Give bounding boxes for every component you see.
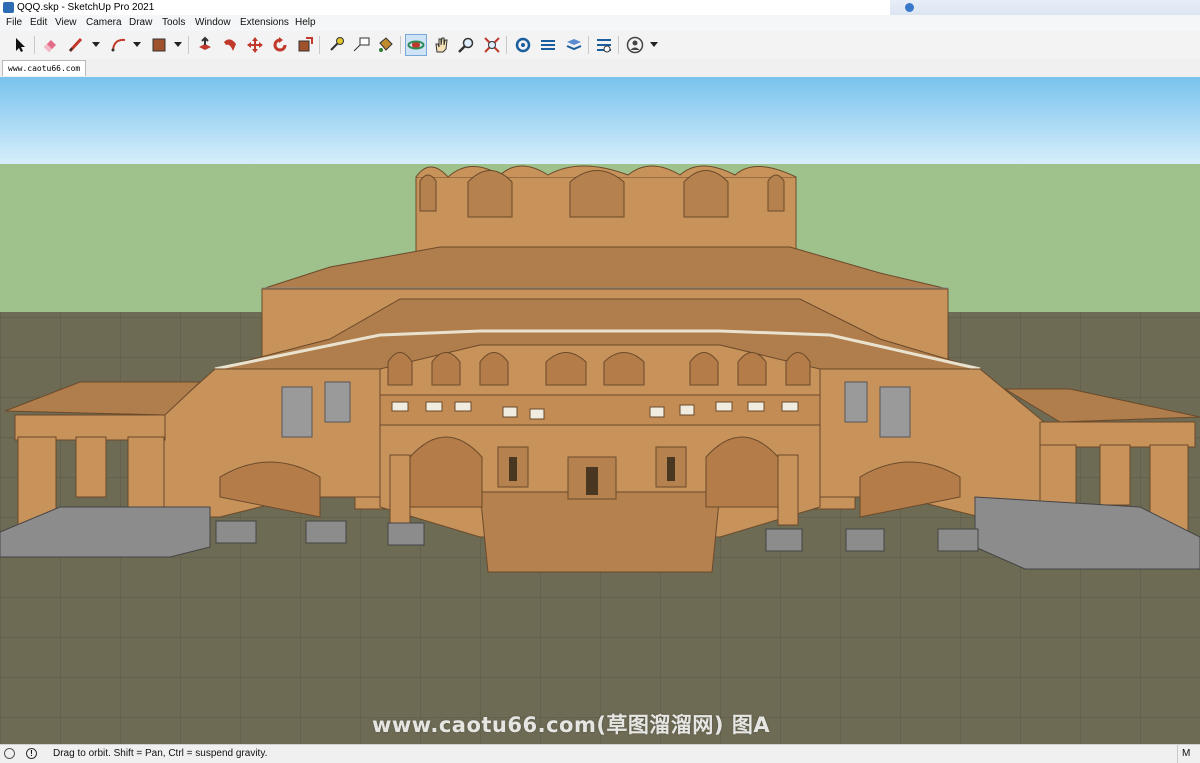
window-title: QQQ.skp - SketchUp Pro 2021	[17, 2, 155, 13]
extension-warehouse-button[interactable]	[537, 34, 559, 56]
zoom-tool-button[interactable]	[455, 34, 477, 56]
zoom-icon	[458, 37, 474, 53]
measurements-label: M	[1182, 748, 1191, 759]
text-tool-button[interactable]	[350, 34, 372, 56]
title-bar: QQQ.skp - SketchUp Pro 2021	[0, 0, 1200, 15]
select-icon	[16, 38, 25, 52]
window-controls-area	[890, 0, 1200, 15]
extension-manager-icon	[597, 39, 611, 53]
pan-icon	[435, 37, 448, 53]
account-button[interactable]	[624, 34, 646, 56]
zoom-extents-tool-button[interactable]	[481, 34, 503, 56]
sketchup-app-icon	[3, 2, 14, 13]
rotate-icon	[273, 37, 287, 52]
eraser-tool-button[interactable]	[39, 34, 61, 56]
orbit-tool-button[interactable]	[405, 34, 427, 56]
menu-tools[interactable]: Tools	[162, 17, 185, 28]
eraser-icon	[44, 40, 56, 52]
geo-location-icon[interactable]	[4, 748, 15, 759]
rectangle-icon	[152, 38, 166, 52]
menu-view[interactable]: View	[55, 17, 77, 28]
arc-dropdown-icon[interactable]	[133, 42, 141, 47]
push-pull-icon	[199, 36, 211, 50]
model-viewport[interactable]	[0, 77, 1200, 744]
text-icon	[353, 37, 370, 52]
push-pull-tool-button[interactable]	[194, 34, 216, 56]
orbit-icon	[407, 40, 425, 50]
menu-draw[interactable]: Draw	[129, 17, 152, 28]
menu-help[interactable]: Help	[295, 17, 316, 28]
line-tool-button[interactable]	[65, 34, 87, 56]
scale-icon	[298, 37, 313, 52]
scale-tool-button[interactable]	[294, 34, 316, 56]
paint-bucket-icon	[379, 37, 393, 52]
shape-dropdown-icon[interactable]	[174, 42, 182, 47]
menu-extensions[interactable]: Extensions	[240, 17, 289, 28]
line-icon	[68, 37, 83, 53]
layout-icon	[566, 39, 582, 51]
follow-me-icon	[224, 39, 236, 51]
account-icon	[626, 36, 644, 54]
toolbar	[0, 31, 1200, 60]
paint-bucket-tool-button[interactable]	[374, 34, 396, 56]
status-bar: ! Drag to orbit. Shift = Pan, Ctrl = sus…	[0, 744, 1200, 763]
status-message: Drag to orbit. Shift = Pan, Ctrl = suspe…	[53, 748, 268, 759]
3d-warehouse-icon	[515, 37, 531, 53]
3d-warehouse-button[interactable]	[512, 34, 534, 56]
select-tool-button[interactable]	[9, 34, 31, 56]
scene-tab[interactable]: www.caotu66.com	[2, 60, 87, 76]
tape-measure-tool-button[interactable]	[325, 34, 347, 56]
measurements-box[interactable]: M	[1177, 745, 1200, 763]
info-icon[interactable]: !	[26, 748, 37, 759]
browser-icon	[905, 3, 914, 12]
zoom-extents-icon	[484, 37, 500, 53]
pan-tool-button[interactable]	[430, 34, 452, 56]
layout-button[interactable]	[563, 34, 585, 56]
menu-file[interactable]: File	[6, 17, 22, 28]
extension-manager-button[interactable]	[593, 34, 615, 56]
follow-me-tool-button[interactable]	[219, 34, 241, 56]
watermark-text: www.caotu66.com(草图溜溜网) 图A	[372, 713, 771, 737]
account-dropdown-icon[interactable]	[650, 42, 658, 47]
move-tool-button[interactable]	[244, 34, 266, 56]
move-icon	[247, 37, 263, 53]
menu-window[interactable]: Window	[195, 17, 231, 28]
arc-icon	[111, 38, 126, 52]
menu-bar: File Edit View Camera Draw Tools Window …	[0, 15, 1200, 31]
3d-model-render[interactable]	[0, 77, 1200, 744]
line-dropdown-icon[interactable]	[92, 42, 100, 47]
rectangle-tool-button[interactable]	[148, 34, 170, 56]
extension-warehouse-icon	[541, 40, 555, 50]
rotate-tool-button[interactable]	[269, 34, 291, 56]
sky	[0, 77, 1200, 164]
menu-edit[interactable]: Edit	[30, 17, 47, 28]
menu-camera[interactable]: Camera	[86, 17, 122, 28]
arc-tool-button[interactable]	[108, 34, 130, 56]
tape-measure-icon	[330, 37, 344, 51]
scene-tabs: www.caotu66.com	[0, 59, 1200, 76]
